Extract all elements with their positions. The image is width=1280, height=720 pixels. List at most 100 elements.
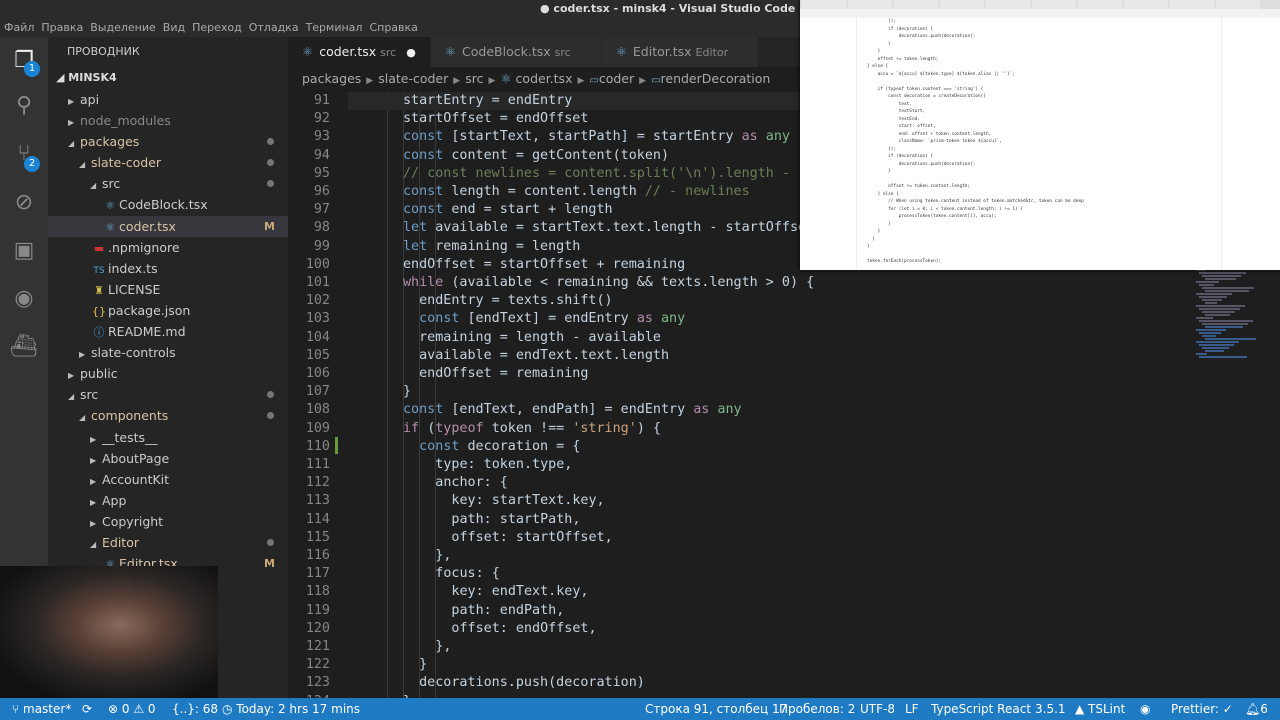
extensions-icon[interactable]: ▣ <box>10 237 38 265</box>
tree-item[interactable]: ▶ App <box>48 490 288 511</box>
breadcrumb-item[interactable]: packages <box>302 71 361 86</box>
tree-item[interactable]: TS index.ts <box>48 258 288 279</box>
tree-item[interactable]: ▶ slate-controls <box>48 342 288 363</box>
docker-icon[interactable]: ⛴ <box>10 333 38 361</box>
debug-icon[interactable]: ⊘ <box>10 189 38 217</box>
tree-item[interactable]: ⚛ CodeBlock.tsx <box>48 194 288 215</box>
browser-code-line: for (let i = 0; i < token.content.length… <box>867 206 1023 212</box>
line-number: 115 <box>305 529 330 545</box>
modified-dot <box>267 138 274 146</box>
tree-item[interactable]: ◢ components <box>48 405 288 426</box>
tree-item-label: AboutPage <box>102 450 170 466</box>
browser-tab[interactable] <box>1124 0 1168 9</box>
browser-tab[interactable] <box>940 0 984 9</box>
tree-item[interactable]: ▶ __tests__ <box>48 427 288 448</box>
tree-item[interactable]: ▶ AboutPage <box>48 448 288 469</box>
tree-item[interactable]: ▶ node_modules <box>48 110 288 131</box>
tab-editor-tsx[interactable]: ⚛ Editor.tsx Editor <box>601 37 760 67</box>
code-token: available = endText.text.length <box>419 347 670 363</box>
menu-item[interactable]: Выделение <box>90 18 156 37</box>
code-token: any <box>661 311 686 327</box>
encoding[interactable]: UTF-8 <box>860 698 895 720</box>
breadcrumb-item[interactable]: coder.tsx <box>516 71 573 86</box>
browser-tab[interactable] <box>1078 0 1122 9</box>
browser-tab[interactable] <box>848 0 892 9</box>
branch-name: master* <box>23 702 72 716</box>
menu-item[interactable]: Справка <box>369 18 417 37</box>
minimap-line <box>1199 308 1240 310</box>
indentation[interactable]: Пробелов: 2 <box>779 698 855 720</box>
minimap-line <box>1196 305 1245 307</box>
tree-item[interactable]: ⓘ README.md <box>48 321 288 342</box>
tree-item[interactable]: ▬ .npmignore <box>48 237 288 258</box>
browser-address-bar[interactable] <box>800 9 1280 18</box>
tree-item[interactable]: ◢ slate-coder <box>48 152 288 173</box>
ts-version[interactable]: 3.5.1 <box>1035 698 1066 720</box>
menu-item[interactable]: Правка <box>41 18 83 37</box>
tree-item[interactable]: ◢ src <box>48 173 288 194</box>
browser-tab[interactable] <box>1170 0 1214 9</box>
prettier-status[interactable]: Prettier: ✓ <box>1171 698 1233 720</box>
line-ending[interactable]: LF <box>905 698 919 720</box>
notification-count: 6 <box>1260 702 1268 716</box>
tab-coder-tsx[interactable]: ⚛ coder.tsx src ● <box>288 37 431 67</box>
time-tracker[interactable]: ◷ Today: 2 hrs 17 mins <box>222 698 360 720</box>
language-mode[interactable]: TypeScript React <box>931 698 1031 720</box>
tree-item[interactable]: ◢ Editor <box>48 532 288 553</box>
tree-item-label: LICENSE <box>108 281 161 297</box>
tree-item[interactable]: ◢ packages <box>48 131 288 152</box>
browser-tab[interactable] <box>802 0 846 9</box>
minimap-line <box>1199 272 1246 274</box>
tree-item[interactable]: ♜ LICENSE <box>48 279 288 300</box>
tree-item[interactable]: ▶ AccountKit <box>48 469 288 490</box>
browser-tab[interactable] <box>1216 0 1260 9</box>
project-root[interactable]: ◢ MINSK4 <box>48 67 288 89</box>
line-number: 121 <box>305 639 330 654</box>
tslint-status[interactable]: ▲ TSLint <box>1075 698 1125 720</box>
browser-tab[interactable] <box>894 0 938 9</box>
breadcrumb-item[interactable]: slate-coder <box>378 71 448 86</box>
chevron-right-icon: ▶ <box>90 497 97 507</box>
browser-tab[interactable] <box>1032 0 1076 9</box>
browser-tab[interactable] <box>986 0 1030 9</box>
chevron-right-icon: ▶ <box>366 76 374 86</box>
tree-item[interactable]: ▶ api <box>48 89 288 110</box>
tree-item[interactable]: {} package.json <box>48 300 288 321</box>
gitlens-icon[interactable]: ◉ <box>10 285 38 313</box>
chevron-down-icon: ◢ <box>68 139 75 149</box>
unsaved-dot[interactable]: ● <box>406 46 416 59</box>
code-token: token !== <box>491 420 573 436</box>
menu-item[interactable]: Файл <box>4 18 34 37</box>
bracket-info[interactable]: {..}: 68 <box>172 698 218 720</box>
code-token: path: endPath, <box>451 602 565 618</box>
menu-item[interactable]: Переход <box>192 18 242 37</box>
problems-indicator[interactable]: ⊗ 0 ⚠ 0 <box>108 698 156 720</box>
explorer-badge: 1 <box>24 61 40 77</box>
sync-icon[interactable]: ⟳ <box>82 698 92 720</box>
minimap[interactable] <box>1196 268 1266 378</box>
tree-item[interactable]: ⚛ coder.tsx M <box>48 215 288 237</box>
search-icon[interactable]: ⚲ <box>10 92 38 120</box>
breadcrumb-item[interactable]: renderDecoration <box>661 71 771 86</box>
tree-item[interactable]: ▶ Copyright <box>48 511 288 532</box>
line-number: 123 <box>305 675 330 691</box>
menu-item[interactable]: Терминал <box>306 18 363 37</box>
tab-codeblock-tsx[interactable]: ⚛ CodeBlock.tsx src <box>430 37 602 67</box>
live-share-icon[interactable]: ◉ <box>1140 698 1150 720</box>
code-line: startOffset = endOffset <box>403 110 588 128</box>
code-line: const [endText] = endEntry as any <box>419 310 685 328</box>
breadcrumb-item[interactable]: src <box>465 71 483 86</box>
code-token: [endText, endPath] = endEntry <box>451 402 694 418</box>
tree-item[interactable]: ▶ public <box>48 363 288 384</box>
notifications[interactable]: 🔔︎6 <box>1245 698 1268 720</box>
code-line: available = endText.text.length <box>419 347 669 365</box>
branch-indicator[interactable]: ⑂ master* <box>12 698 71 720</box>
cursor-position[interactable]: Строка 91, столбец 17 <box>645 698 787 720</box>
breadcrumb-item[interactable]: coder <box>599 71 634 86</box>
menu-item[interactable]: Вид <box>163 18 185 37</box>
warning-count: 0 <box>147 702 156 716</box>
browser-code-line <box>857 78 1221 86</box>
code-token: }, <box>435 548 452 563</box>
menu-item[interactable]: Отладка <box>249 18 299 37</box>
tree-item[interactable]: ◢ src <box>48 384 288 405</box>
